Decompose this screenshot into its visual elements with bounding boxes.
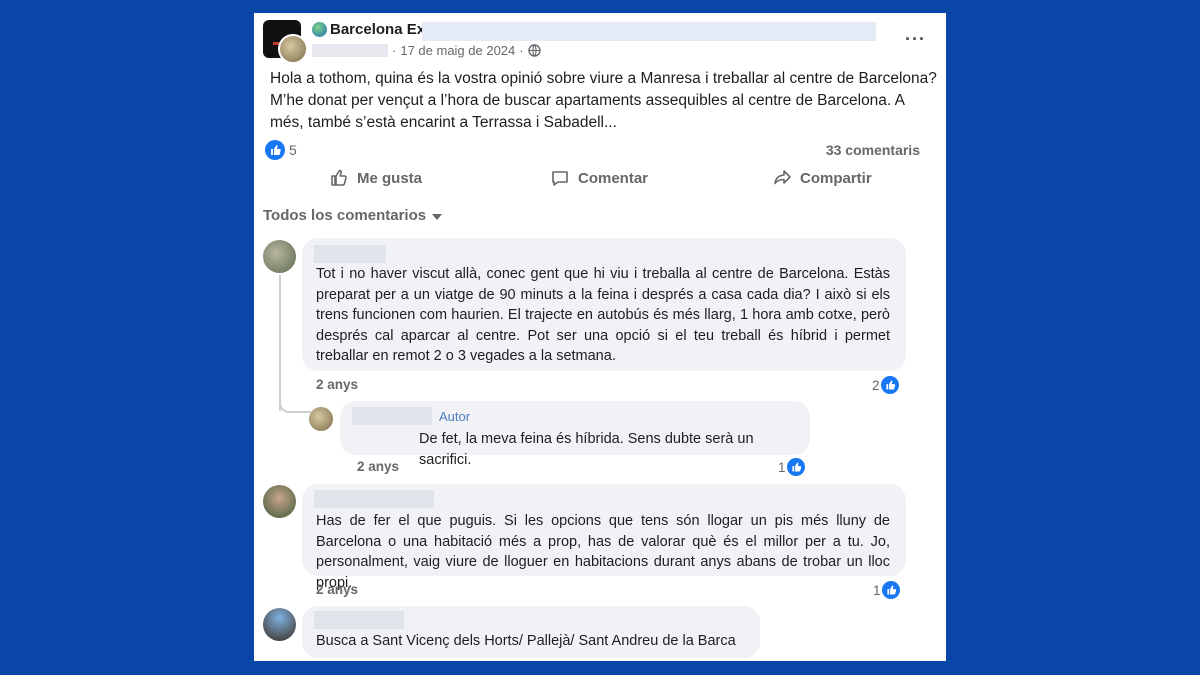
avatar[interactable] [263, 485, 296, 518]
post-card: Barcelona Ex · 17 de maig de 2024 · ··· … [254, 13, 946, 661]
thread-line-connector [279, 401, 311, 413]
comment-likes[interactable]: 1 [778, 458, 805, 476]
group-name[interactable]: Barcelona Ex [312, 21, 425, 38]
avatar[interactable] [263, 240, 296, 273]
comment-text: Tot i no haver viscut allà, conec gent q… [316, 266, 890, 364]
group-emoji-icon [312, 22, 327, 37]
like-reaction-icon[interactable] [265, 140, 285, 160]
post-date[interactable]: 17 de maig de 2024 [400, 43, 515, 58]
comment-time[interactable]: 2 anys [316, 582, 358, 597]
avatar[interactable] [263, 608, 296, 641]
like-reaction-icon [881, 581, 900, 599]
comment-likes[interactable]: 1 [873, 581, 900, 599]
more-icon[interactable]: ··· [905, 29, 926, 50]
like-button[interactable]: Me gusta [329, 168, 422, 188]
redacted-commenter [352, 407, 432, 425]
post-meta: · 17 de maig de 2024 · [312, 43, 541, 58]
redacted-commenter [314, 490, 434, 508]
author-avatar[interactable] [278, 34, 308, 64]
globe-icon [527, 44, 541, 57]
caret-down-icon [432, 214, 443, 220]
redacted-author [312, 44, 388, 57]
comment-time[interactable]: 2 anys [357, 459, 399, 474]
comment-text: Has de fer el que puguis. Si les opcions… [316, 513, 890, 591]
comments-count[interactable]: 33 comentaris [826, 142, 920, 158]
like-reaction-icon [786, 458, 805, 476]
like-reaction-icon [880, 376, 899, 394]
post-body: Hola a tothom, quina és la vostra opinió… [270, 70, 937, 131]
redacted-commenter [314, 611, 404, 629]
comment-bubble: Has de fer el que puguis. Si les opcions… [302, 484, 906, 591]
reply-bubble: Autor De fet, la meva feina és híbrida. … [340, 401, 810, 468]
reaction-count[interactable]: 5 [289, 142, 297, 158]
comment-time[interactable]: 2 anys [316, 377, 358, 392]
share-button[interactable]: Compartir [772, 168, 872, 188]
redacted-commenter [314, 245, 386, 263]
thread-line [279, 275, 281, 411]
comment-bubble: Busca a Sant Vicenç dels Horts/ Pallejà/… [302, 606, 760, 658]
action-row: Me gusta Comentar Compartir [254, 168, 946, 196]
share-icon [774, 170, 791, 185]
comment-bubble: Tot i no haver viscut allà, conec gent q… [302, 238, 906, 371]
comments-filter[interactable]: Todos los comentarios [263, 207, 443, 224]
author-badge: Autor [439, 409, 471, 424]
like-icon [331, 169, 347, 186]
comment-button[interactable]: Comentar [550, 168, 648, 188]
comment-text: Busca a Sant Vicenç dels Horts/ Pallejà/… [316, 633, 736, 649]
comment-icon [552, 171, 568, 186]
avatar[interactable] [309, 407, 333, 431]
comment-likes[interactable]: 2 [872, 376, 899, 394]
comment-text: De fet, la meva feina és híbrida. Sens d… [419, 431, 754, 468]
redacted-header [422, 22, 876, 41]
